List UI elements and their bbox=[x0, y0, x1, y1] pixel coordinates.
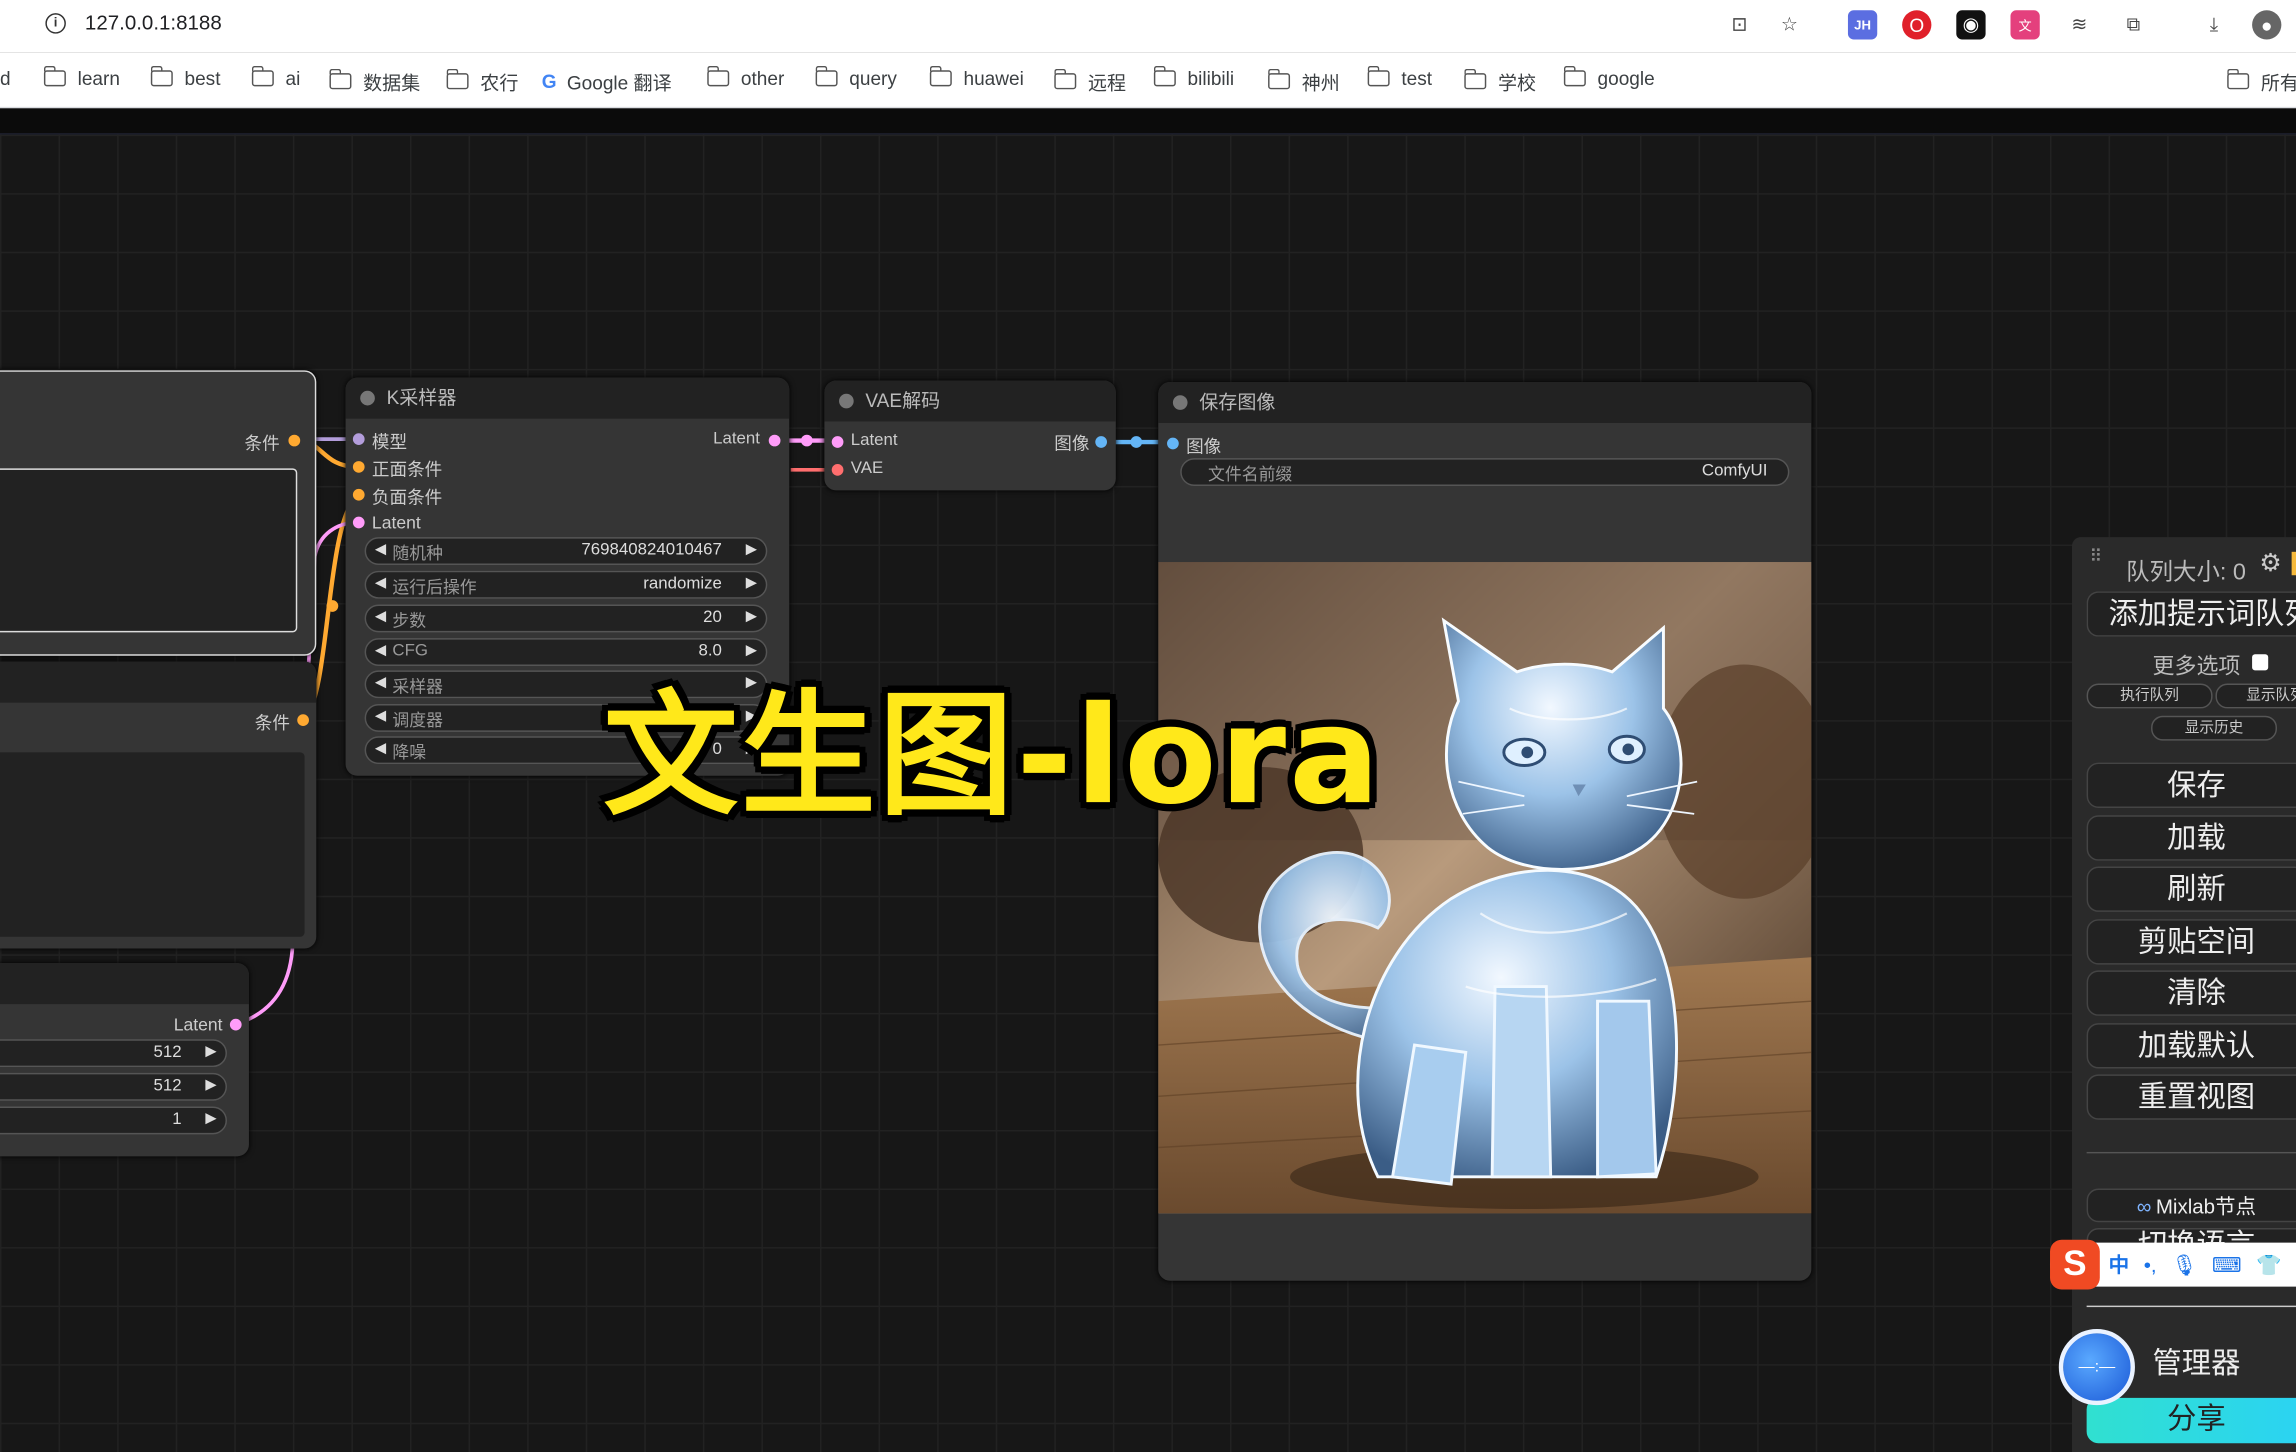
increment-arrow-icon[interactable]: ▶ bbox=[205, 1077, 216, 1093]
node-title[interactable] bbox=[0, 661, 317, 703]
run-queue-button[interactable]: 执行队列 bbox=[2086, 683, 2213, 709]
input-dot-latent[interactable] bbox=[352, 516, 365, 529]
refresh-button[interactable]: 刷新 bbox=[2086, 866, 2296, 912]
drag-handle-icon[interactable]: ⠿ bbox=[2090, 547, 2103, 565]
input-label: 图像 bbox=[1186, 436, 1222, 457]
prompt-textarea[interactable] bbox=[0, 752, 305, 937]
mixlab-nodes-button[interactable]: ∞ Mixlab节点 bbox=[2086, 1188, 2296, 1223]
more-options-label: 更多选项 bbox=[2152, 654, 2241, 680]
divider bbox=[2086, 1305, 2296, 1308]
control-after-generate-widget[interactable]: ◀ 运行后操作 randomize ▶ bbox=[364, 570, 768, 599]
decrement-arrow-icon[interactable]: ◀ bbox=[375, 575, 386, 591]
clipspace-button[interactable]: 剪贴空间 bbox=[2086, 919, 2296, 965]
output-dot[interactable] bbox=[297, 714, 309, 726]
input-label: 负面条件 bbox=[371, 487, 443, 508]
reset-view-button[interactable]: 重置视图 bbox=[2086, 1074, 2296, 1120]
queue-panel: ⠿ 队列大小: 0 ⚙ 添加提示词队列 更多选项 执行队列 显示队列 显示历史 … bbox=[2071, 537, 2296, 1452]
link-midpoint[interactable] bbox=[326, 600, 339, 612]
share-button[interactable]: 分享 bbox=[2086, 1397, 2296, 1444]
node-title[interactable]: K采样器 bbox=[345, 377, 790, 419]
output-label: Latent bbox=[173, 1014, 223, 1035]
vae-decode-node[interactable]: VAE解码 Latent VAE 图像 bbox=[824, 380, 1116, 491]
output-label: Latent bbox=[713, 430, 760, 448]
seed-widget[interactable]: ◀ 随机种 769840824010467 ▶ bbox=[364, 537, 768, 565]
input-dot-latent[interactable] bbox=[831, 436, 844, 448]
clip-text-encode-positive-node[interactable]: 条件 bbox=[0, 370, 317, 656]
decrement-arrow-icon[interactable]: ◀ bbox=[375, 741, 386, 757]
input-label: 模型 bbox=[371, 431, 408, 453]
node-title[interactable]: 保存图像 bbox=[1158, 382, 1812, 424]
input-label: Latent bbox=[850, 431, 898, 450]
input-label: 正面条件 bbox=[371, 459, 443, 481]
link-midpoint[interactable] bbox=[800, 434, 813, 447]
panel-accent bbox=[2291, 551, 2296, 576]
width-widget[interactable]: 512 ▶ bbox=[0, 1039, 227, 1068]
batch-size-widget[interactable]: 1 ▶ bbox=[0, 1106, 227, 1135]
infinity-icon: ∞ bbox=[2136, 1194, 2152, 1218]
ime-toolbar[interactable]: S 中 •, 🎙 ⌨ 👕 bbox=[2050, 1239, 2296, 1290]
collapse-dot-icon[interactable] bbox=[360, 390, 375, 406]
output-dot[interactable] bbox=[768, 434, 781, 447]
ime-lang-label[interactable]: 中 bbox=[2109, 1250, 2130, 1279]
output-dot[interactable] bbox=[229, 1018, 242, 1031]
decrement-arrow-icon[interactable]: ◀ bbox=[375, 643, 386, 659]
microphone-icon[interactable]: 🎙 bbox=[2171, 1252, 2197, 1277]
divider bbox=[2086, 1151, 2296, 1154]
input-label: Latent bbox=[371, 512, 421, 533]
increment-arrow-icon[interactable]: ▶ bbox=[746, 609, 757, 625]
clear-button[interactable]: 清除 bbox=[2086, 970, 2296, 1016]
increment-arrow-icon[interactable]: ▶ bbox=[746, 575, 757, 591]
output-dot[interactable] bbox=[288, 434, 301, 447]
output-label: 条件 bbox=[254, 712, 290, 734]
skin-icon[interactable]: 👕 bbox=[2256, 1252, 2282, 1277]
show-history-button[interactable]: 显示历史 bbox=[2151, 715, 2277, 741]
decrement-arrow-icon[interactable]: ◀ bbox=[375, 542, 386, 558]
input-dot-negative[interactable] bbox=[352, 488, 365, 501]
increment-arrow-icon[interactable]: ▶ bbox=[205, 1111, 216, 1127]
input-dot-image[interactable] bbox=[1167, 437, 1179, 450]
input-dot-vae[interactable] bbox=[831, 463, 844, 476]
node-title[interactable] bbox=[0, 963, 249, 1005]
punctuation-icon[interactable]: •, bbox=[2144, 1253, 2157, 1276]
prompt-textarea[interactable] bbox=[0, 468, 298, 633]
sogou-logo-icon: S bbox=[2050, 1239, 2100, 1290]
save-button[interactable]: 保存 bbox=[2086, 762, 2296, 808]
filename-prefix-widget[interactable]: 文件名前缀 ComfyUI bbox=[1180, 458, 1790, 486]
input-label: VAE bbox=[850, 459, 884, 478]
increment-arrow-icon[interactable]: ▶ bbox=[746, 542, 757, 558]
input-dot-positive[interactable] bbox=[352, 461, 365, 473]
link-midpoint[interactable] bbox=[1130, 436, 1143, 448]
show-queue-button[interactable]: 显示队列 bbox=[2215, 683, 2296, 709]
collapse-dot-icon[interactable] bbox=[839, 393, 854, 409]
output-label: 条件 bbox=[244, 433, 280, 454]
clip-text-encode-negative-node[interactable]: 条件 bbox=[0, 661, 317, 949]
input-dot-model[interactable] bbox=[352, 433, 365, 445]
output-label: 图像 bbox=[1054, 433, 1090, 454]
output-dot[interactable] bbox=[1095, 436, 1108, 448]
add-prompt-queue-button[interactable]: 添加提示词队列 bbox=[2086, 591, 2296, 637]
decrement-arrow-icon[interactable]: ◀ bbox=[375, 609, 386, 625]
load-button[interactable]: 加载 bbox=[2086, 815, 2296, 861]
more-options-checkbox[interactable] bbox=[2252, 654, 2269, 671]
keyboard-icon[interactable]: ⌨ bbox=[2212, 1252, 2242, 1277]
steps-widget[interactable]: ◀ 步数 20 ▶ bbox=[364, 604, 768, 633]
empty-latent-node[interactable]: Latent 512 ▶ 512 ▶ 1 ▶ bbox=[0, 963, 249, 1157]
increment-arrow-icon[interactable]: ▶ bbox=[205, 1044, 216, 1060]
node-title[interactable]: VAE解码 bbox=[824, 380, 1116, 422]
collapse-dot-icon[interactable] bbox=[1172, 395, 1188, 410]
height-widget[interactable]: 512 ▶ bbox=[0, 1072, 227, 1101]
load-default-button[interactable]: 加载默认 bbox=[2086, 1023, 2296, 1069]
settings-gear-icon[interactable]: ⚙ bbox=[2259, 549, 2281, 578]
video-overlay-title: 文生图-lora bbox=[603, 677, 1383, 835]
decrement-arrow-icon[interactable]: ◀ bbox=[375, 675, 386, 691]
queue-size-label: 队列大小: 0 bbox=[2126, 560, 2246, 586]
floating-orb-icon[interactable]: —:— bbox=[2058, 1329, 2135, 1406]
decrement-arrow-icon[interactable]: ◀ bbox=[375, 708, 386, 724]
